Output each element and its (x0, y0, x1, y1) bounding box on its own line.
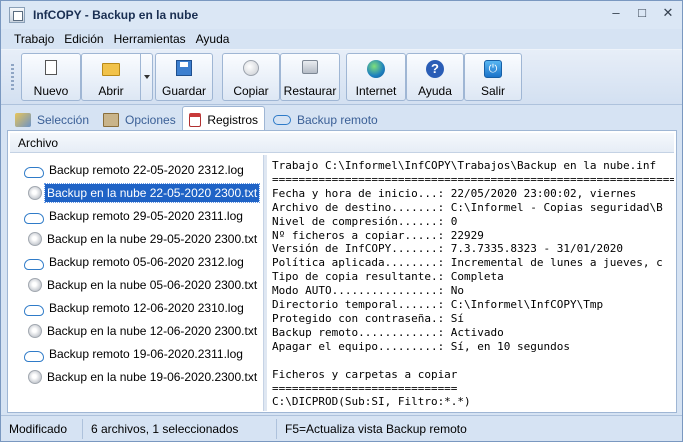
tab-seleccion[interactable]: Selección (9, 108, 95, 131)
log-line: Modo AUTO................: No (272, 284, 465, 298)
cloud-icon (24, 212, 44, 224)
file-list[interactable]: Backup remoto 22-05-2020 2312.log Backup … (10, 155, 262, 411)
tab-opciones[interactable]: Opciones (97, 108, 182, 131)
log-line: Fecha y hora de inicio...: 22/05/2020 23… (272, 186, 637, 200)
cloud-icon (24, 304, 44, 316)
cloud-icon (24, 258, 44, 270)
file-name: Backup en la nube 05-06-2020 2300.txt (47, 278, 258, 292)
disc-icon (28, 278, 42, 292)
log-line: C:\DICPROD(Sub:SI, Filtro:*.*) (272, 395, 471, 409)
cloud-icon (24, 350, 44, 362)
log-line: Ficheros y carpetas a copiar (272, 367, 458, 381)
registros-panel: Archivo Backup remoto 22-05-2020 2312.lo… (7, 130, 677, 413)
calendar-clock-icon (189, 112, 202, 127)
open-button[interactable]: Abrir (81, 53, 141, 101)
menu-trabajo[interactable]: Trabajo (13, 32, 55, 46)
status-bar: Modificado 6 archivos, 1 seleccionados F… (1, 415, 682, 441)
title-bar[interactable]: InfCOPY - Backup en la nube – □ ✕ (1, 1, 682, 29)
new-document-icon (45, 60, 57, 75)
toolbar-grip[interactable] (11, 64, 14, 92)
disc-icon (28, 370, 42, 384)
log-viewer[interactable]: Trabajo C:\Informel\InfCOPY\Trabajos\Bac… (270, 155, 674, 411)
globe-icon (367, 60, 385, 78)
file-name: Backup remoto 29-05-2020 2311.log (49, 209, 243, 223)
status-file-count: 6 archivos, 1 seleccionados (83, 418, 277, 439)
file-name: Backup en la nube 22-05-2020 2300.txt (43, 183, 261, 203)
menu-ayuda[interactable]: Ayuda (195, 32, 231, 46)
file-name: Backup en la nube 12-06-2020 2300.txt (47, 324, 258, 338)
log-line: Directorio temporal......: C:\Informel\I… (272, 298, 604, 312)
file-name: Backup en la nube 29-05-2020 2300.txt (47, 232, 258, 246)
menu-bar: Trabajo Edición Herramientas Ayuda (1, 29, 682, 49)
toolbar: Nuevo Abrir Guardar Copiar Restaurar Int… (1, 49, 682, 105)
log-line: Archivo de destino.......: C:\Informel -… (272, 200, 663, 214)
new-button[interactable]: Nuevo (21, 53, 81, 101)
status-modified: Modificado (1, 418, 83, 439)
save-icon (176, 60, 192, 76)
file-list-item[interactable]: Backup remoto 12-06-2020 2310.log (24, 297, 246, 319)
restore-icon (302, 60, 318, 74)
save-button[interactable]: Guardar (155, 53, 213, 101)
file-list-item[interactable]: Backup remoto 05-06-2020 2312.log (24, 251, 246, 273)
power-icon: ⏻ (484, 60, 502, 78)
disc-icon (28, 324, 42, 338)
copy-disc-icon (243, 60, 259, 76)
file-list-item[interactable]: Backup remoto 19-06-2020.2311.log (24, 343, 245, 365)
folder-icon (102, 63, 120, 76)
log-line: Apagar el equipo.........: Sí, en 10 seg… (272, 339, 571, 353)
file-list-item[interactable]: Backup en la nube 29-05-2020 2300.txt (24, 228, 259, 250)
log-line: C:\INFORMEL(Sub:SI, Filtro:*.*) (272, 409, 674, 411)
maximize-icon[interactable]: □ (636, 6, 648, 20)
internet-button[interactable]: Internet (346, 53, 406, 101)
app-icon (9, 7, 25, 23)
menu-herramientas[interactable]: Herramientas (113, 32, 187, 46)
file-list-item[interactable]: Backup en la nube 12-06-2020 2300.txt (24, 320, 259, 342)
file-name: Backup remoto 19-06-2020.2311.log (49, 347, 243, 361)
help-button[interactable]: ? Ayuda (406, 53, 464, 101)
selection-icon (15, 112, 31, 127)
cloud-icon (24, 166, 44, 178)
log-line: ============================ (272, 381, 458, 395)
log-line: Política aplicada........: Incremental d… (272, 256, 663, 270)
disc-icon (28, 186, 42, 200)
copy-button[interactable]: Copiar (222, 53, 280, 101)
window-title: InfCOPY - Backup en la nube (33, 8, 199, 22)
log-line: Nº ficheros a copiar.....: 22929 (272, 228, 484, 242)
log-line: Nivel de compresión......: 0 (272, 214, 458, 228)
window-controls: – □ ✕ (610, 6, 674, 20)
file-list-item[interactable]: Backup remoto 29-05-2020 2311.log (24, 205, 245, 227)
close-icon[interactable]: ✕ (662, 6, 674, 20)
restore-button[interactable]: Restaurar (280, 53, 340, 101)
tab-registros[interactable]: Registros (182, 106, 265, 132)
options-icon (103, 112, 119, 127)
file-list-header[interactable]: Archivo (10, 133, 674, 153)
file-name: Backup en la nube 19-06-2020.2300.txt (47, 370, 258, 384)
file-list-item[interactable]: Backup en la nube 05-06-2020 2300.txt (24, 274, 259, 296)
file-list-item[interactable]: Backup remoto 22-05-2020 2312.log (24, 159, 246, 181)
file-name: Backup remoto 12-06-2020 2310.log (49, 301, 244, 315)
log-line: ========================================… (272, 172, 674, 186)
open-dropdown-arrow[interactable] (141, 53, 153, 101)
log-line: Tipo de copia resultante.: Completa (272, 270, 504, 284)
log-line: Protegido con contraseña.: Sí (272, 311, 465, 325)
log-line: Trabajo C:\Informel\InfCOPY\Trabajos\Bac… (272, 159, 657, 172)
status-hint: F5=Actualiza vista Backup remoto (285, 421, 467, 436)
exit-button[interactable]: ⏻ Salir (464, 53, 522, 101)
cloud-icon (273, 114, 291, 125)
tab-strip: Selección Opciones Registros Backup remo… (1, 105, 682, 132)
disc-icon (28, 232, 42, 246)
help-icon: ? (426, 60, 444, 78)
pane-splitter[interactable] (263, 155, 267, 411)
file-name: Backup remoto 22-05-2020 2312.log (49, 163, 244, 177)
minimize-icon[interactable]: – (610, 6, 622, 20)
tab-backup-remoto[interactable]: Backup remoto (267, 108, 384, 131)
file-name: Backup remoto 05-06-2020 2312.log (49, 255, 244, 269)
log-line: Versión de InfCOPY.......: 7.3.7335.8323… (272, 242, 623, 256)
file-list-item[interactable]: Backup en la nube 19-06-2020.2300.txt (24, 366, 259, 388)
file-list-item[interactable]: Backup en la nube 22-05-2020 2300.txt (24, 182, 261, 204)
log-line: Backup remoto............: Activado (272, 325, 504, 339)
main-window: InfCOPY - Backup en la nube – □ ✕ Trabaj… (0, 0, 683, 442)
menu-edicion[interactable]: Edición (63, 32, 104, 46)
